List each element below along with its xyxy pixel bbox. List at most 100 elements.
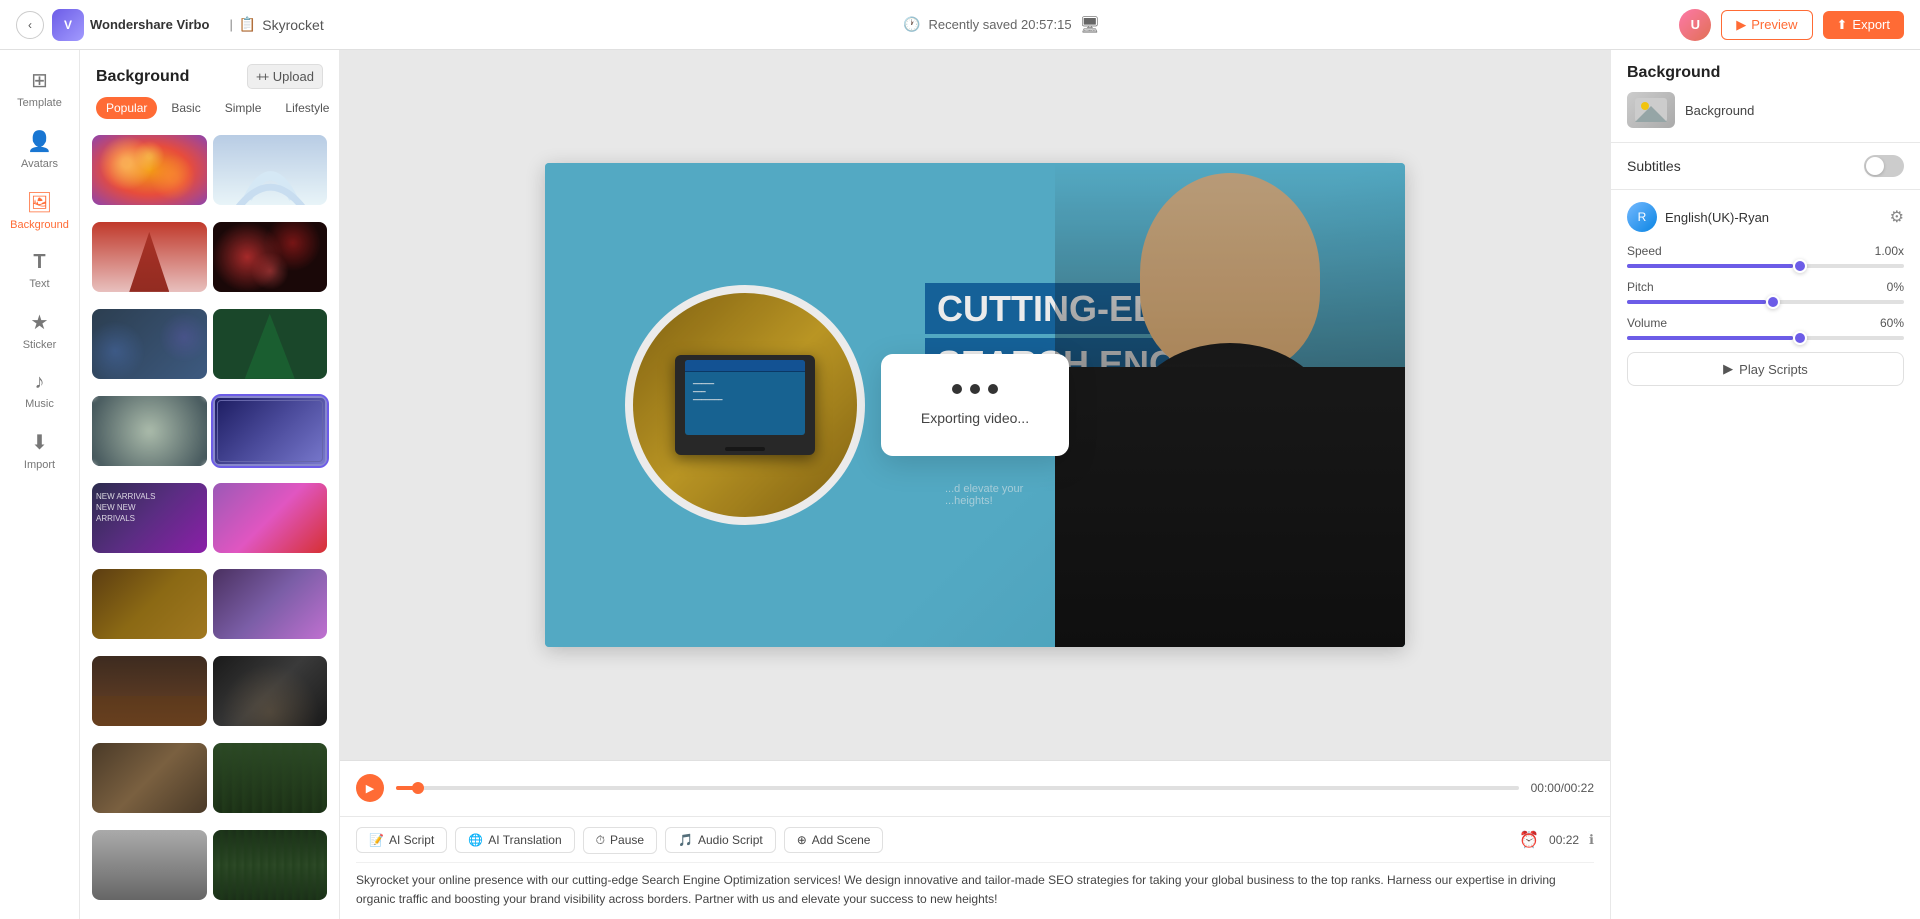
music-icon: ♪ (35, 371, 45, 394)
pitch-thumb[interactable] (1766, 295, 1780, 309)
back-button[interactable]: ‹ (16, 11, 44, 39)
duration-icon: ⏰ (1519, 830, 1539, 850)
rs-subtitles-section: Subtitles (1611, 143, 1920, 189)
volume-fill (1627, 336, 1793, 340)
sidebar-label-template: Template (17, 97, 62, 109)
bg-thumb-16[interactable] (213, 743, 328, 813)
timeline-bar[interactable] (396, 786, 1519, 790)
panel-header: Background + + Upload (80, 50, 339, 97)
sticker-icon: ★ (31, 310, 49, 335)
bg-thumb-12[interactable] (213, 569, 328, 639)
bg-thumb-6[interactable] (213, 309, 328, 379)
play-scripts-button[interactable]: ▶ Play Scripts (1627, 352, 1904, 386)
sidebar-item-background[interactable]: 🖼 Background (5, 182, 75, 239)
bg-thumb-1[interactable] (92, 135, 207, 205)
timeline-handle[interactable] (412, 782, 424, 794)
tab-simple[interactable]: Simple (215, 97, 272, 119)
export-button[interactable]: ⬆ Export (1823, 11, 1904, 39)
time-display: 00:00/00:22 (1531, 781, 1594, 795)
sidebar-label-background: Background (10, 219, 69, 231)
bg-thumb-9[interactable]: NEW ARRIVALSNEW NEWARRIVALS (92, 483, 207, 553)
bg-thumb-10[interactable] (213, 483, 328, 553)
sidebar-item-template[interactable]: ⊞ Template (5, 60, 75, 117)
sidebar-item-music[interactable]: ♪ Music (5, 363, 75, 418)
bg-thumb-2[interactable] (213, 135, 328, 205)
rs-bg-thumbnail (1627, 92, 1675, 128)
play-button[interactable]: ▶ (356, 774, 384, 802)
bg-thumb-15[interactable] (92, 743, 207, 813)
pitch-slider[interactable] (1627, 300, 1904, 304)
bottom-toolbar: 📝 AI Script 🌐 AI Translation ⏱ Pause 🎵 A… (356, 827, 1594, 863)
voice-avatar: R (1627, 202, 1657, 232)
bg-thumb-17[interactable] (92, 830, 207, 900)
dot-2 (970, 384, 980, 394)
ai-translation-button[interactable]: 🌐 AI Translation (455, 827, 574, 853)
bg-thumb-11[interactable] (92, 569, 207, 639)
export-dialog: Exporting video... (881, 354, 1069, 456)
ai-script-button[interactable]: 📝 AI Script (356, 827, 447, 853)
loading-dots (952, 384, 998, 394)
voice-info: R English(UK)-Ryan (1627, 202, 1769, 232)
left-sidebar: ⊞ Template 👤 Avatars 🖼 Background T Text… (0, 50, 80, 919)
logo: V Wondershare Virbo (52, 9, 209, 41)
bg-thumb-4[interactable] (213, 222, 328, 292)
voice-name: English(UK)-Ryan (1665, 210, 1769, 225)
background-grid: NEW ARRIVALSNEW NEWARRIVALS (80, 127, 339, 919)
preview-button[interactable]: ▶ Preview (1721, 10, 1812, 40)
sidebar-item-sticker[interactable]: ★ Sticker (5, 302, 75, 359)
bg-thumb-8[interactable] (213, 396, 328, 466)
sidebar-label-music: Music (25, 398, 54, 410)
monitor-icon[interactable]: 🖥 (1080, 15, 1100, 35)
exporting-text: Exporting video... (921, 410, 1029, 426)
upload-button[interactable]: + + Upload (247, 64, 323, 89)
tab-popular[interactable]: Popular (96, 97, 157, 119)
volume-thumb[interactable] (1793, 331, 1807, 345)
mountain-icon (1635, 98, 1667, 122)
rs-bg-item: Background (1627, 92, 1904, 128)
audio-script-button[interactable]: 🎵 Audio Script (665, 827, 776, 853)
dot-3 (988, 384, 998, 394)
sidebar-item-avatars[interactable]: 👤 Avatars (5, 121, 75, 178)
topbar-right: U ▶ Preview ⬆ Export (1679, 9, 1904, 41)
bottom-panel: 📝 AI Script 🌐 AI Translation ⏱ Pause 🎵 A… (340, 816, 1610, 919)
background-panel: Background + + Upload Popular Basic Simp… (80, 50, 340, 919)
add-scene-icon: ⊕ (797, 833, 807, 847)
pause-button[interactable]: ⏱ Pause (583, 827, 657, 854)
speed-fill (1627, 264, 1793, 268)
voice-section: R English(UK)-Ryan ⚙ Speed 1.00x Pitch (1611, 189, 1920, 919)
speed-slider[interactable] (1627, 264, 1904, 268)
sidebar-item-text[interactable]: T Text (5, 243, 75, 298)
speed-thumb[interactable] (1793, 259, 1807, 273)
sidebar-item-import[interactable]: ⬇ Import (5, 422, 75, 479)
logo-icon: V (52, 9, 84, 41)
pitch-section: Pitch 0% (1627, 280, 1904, 304)
volume-slider[interactable] (1627, 336, 1904, 340)
preview-icon: ▶ (1736, 17, 1746, 33)
project-name-label: Skyrocket (262, 17, 323, 33)
add-scene-button[interactable]: ⊕ Add Scene (784, 827, 884, 853)
bg-thumb-14[interactable] (213, 656, 328, 726)
volume-value: 60% (1880, 316, 1904, 330)
center-area: ━━━━━━━━━━━━━━━ CUTTING-EDGE SEARCH ENGI… (340, 50, 1610, 919)
subtitles-toggle[interactable] (1864, 155, 1904, 177)
bg-thumb-18[interactable] (213, 830, 328, 900)
bg-thumb-3[interactable] (92, 222, 207, 292)
pitch-header: Pitch 0% (1627, 280, 1904, 294)
bg-thumb-5[interactable] (92, 309, 207, 379)
tab-basic[interactable]: Basic (161, 97, 210, 119)
speed-header: Speed 1.00x (1627, 244, 1904, 258)
bottom-info: ⏰ 00:22 ℹ (1519, 830, 1594, 850)
pitch-label: Pitch (1627, 280, 1654, 294)
panel-title: Background (96, 68, 189, 86)
avatars-icon: 👤 (27, 129, 52, 154)
export-overlay: Exporting video... (545, 163, 1405, 647)
bg-thumb-7[interactable] (92, 396, 207, 466)
toggle-knob (1866, 157, 1884, 175)
volume-label: Volume (1627, 316, 1667, 330)
pitch-fill (1627, 300, 1766, 304)
tab-lifestyle[interactable]: Lifestyle (275, 97, 339, 119)
rs-bg-label: Background (1685, 103, 1754, 118)
bg-thumb-13[interactable] (92, 656, 207, 726)
filter-icon[interactable]: ⚙ (1890, 207, 1904, 227)
script-text: Skyrocket your online presence with our … (356, 863, 1594, 909)
